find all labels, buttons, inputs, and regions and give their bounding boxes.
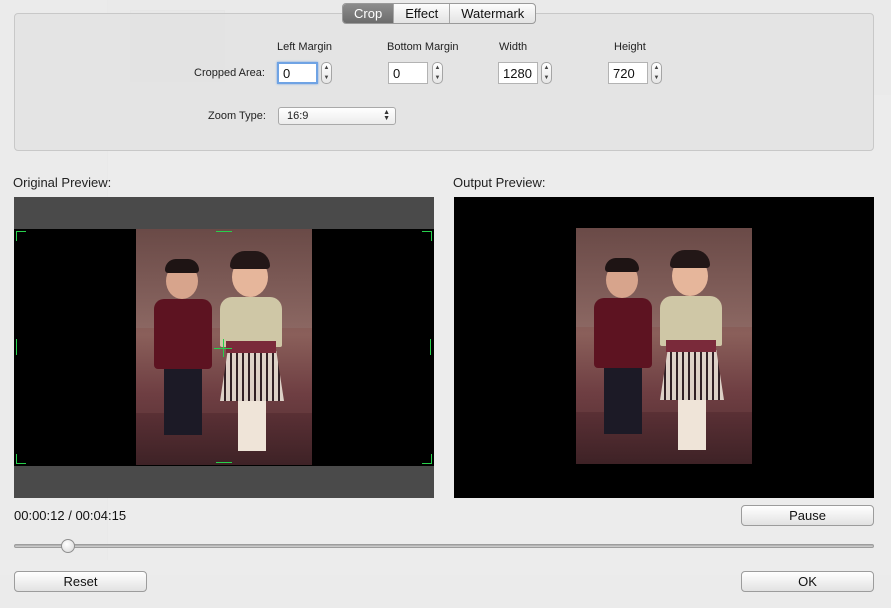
left-margin-field[interactable] xyxy=(277,62,318,84)
width-field[interactable] xyxy=(498,62,538,84)
crop-handle-right[interactable] xyxy=(430,339,431,355)
bottom-margin-label: Bottom Margin xyxy=(387,41,459,53)
bottom-margin-field[interactable] xyxy=(388,62,428,84)
height-label: Height xyxy=(614,41,646,53)
height-field[interactable] xyxy=(608,62,648,84)
zoom-type-label: Zoom Type: xyxy=(208,110,266,122)
letterbox-top xyxy=(14,197,434,229)
crop-handle-top[interactable] xyxy=(216,231,232,232)
output-preview-label: Output Preview: xyxy=(453,175,546,190)
crop-handle-bottom-right[interactable] xyxy=(422,454,432,464)
time-display: 00:00:12 / 00:04:15 xyxy=(14,508,127,523)
seek-slider-track[interactable] xyxy=(14,544,874,548)
width-label: Width xyxy=(499,41,528,53)
cropped-area-label: Cropped Area: xyxy=(194,67,265,79)
bottom-margin-stepper-icon[interactable]: ▲ ▼ xyxy=(432,62,443,84)
width-stepper-icon[interactable]: ▲ ▼ xyxy=(541,62,552,84)
reset-button[interactable]: Reset xyxy=(14,571,147,592)
seek-slider-thumb[interactable] xyxy=(60,539,75,553)
crop-handle-bottom[interactable] xyxy=(216,462,232,463)
left-margin-stepper-icon[interactable]: ▲ ▼ xyxy=(321,62,332,84)
ok-button[interactable]: OK xyxy=(741,571,874,592)
pause-button[interactable]: Pause xyxy=(741,505,874,526)
letterbox-bottom xyxy=(14,466,434,498)
crop-settings-group xyxy=(14,13,874,151)
zoom-type-value: 16:9 xyxy=(287,110,309,122)
zoom-type-select[interactable]: 16:9 ▲ ▼ xyxy=(278,107,396,125)
updown-arrows-icon: ▲ ▼ xyxy=(383,109,390,122)
output-preview xyxy=(454,197,874,498)
output-frame-image xyxy=(576,228,752,464)
tab-crop[interactable]: Crop xyxy=(343,4,395,23)
height-stepper-icon[interactable]: ▲ ▼ xyxy=(651,62,662,84)
tab-watermark[interactable]: Watermark xyxy=(450,4,535,23)
crop-handle-left[interactable] xyxy=(16,339,17,355)
edit-tabs: Crop Effect Watermark xyxy=(342,3,537,24)
crop-handle-top-right[interactable] xyxy=(422,231,432,241)
original-preview[interactable] xyxy=(14,197,434,498)
crop-handle-top-left[interactable] xyxy=(16,231,26,241)
original-preview-label: Original Preview: xyxy=(13,175,112,190)
tab-effect[interactable]: Effect xyxy=(394,4,451,23)
crop-handle-bottom-left[interactable] xyxy=(16,454,26,464)
left-margin-label: Left Margin xyxy=(277,41,333,53)
video-frame-image xyxy=(136,229,312,465)
